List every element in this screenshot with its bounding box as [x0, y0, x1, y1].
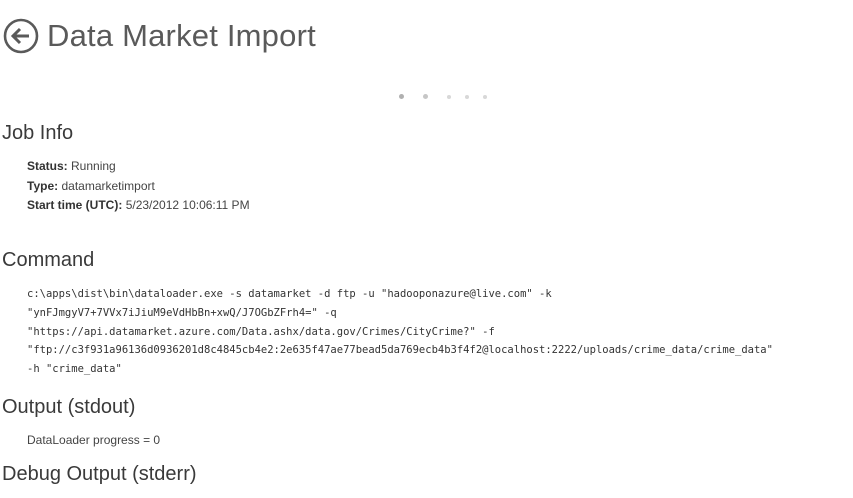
page-dot-2[interactable] [423, 94, 428, 99]
page-dot-5[interactable] [483, 95, 487, 99]
job-info-heading: Job Info [2, 122, 74, 144]
type-label: Type: [27, 178, 59, 193]
back-arrow-circle-icon [3, 18, 39, 54]
page-dot-1[interactable] [399, 94, 404, 99]
start-time-label: Start time (UTC): [27, 198, 123, 212]
page-indicator [399, 94, 501, 99]
type-value: datamarketimport [61, 178, 155, 193]
command-line: c:\apps\dist\bin\dataloader.exe -s datam… [27, 288, 552, 300]
command-line: -h "crime_data" [27, 363, 122, 376]
output-text: DataLoader progress = 0 [27, 433, 161, 447]
page-dot-3[interactable] [447, 95, 451, 99]
command-line: "ftp://c3f931a96136d0936201d8c4845cb4e2:… [27, 344, 773, 357]
command-heading: Command [2, 249, 95, 271]
page-title: Data Market Import [47, 18, 316, 53]
command-text: c:\apps\dist\bin\dataloader.exe -s datam… [27, 285, 773, 379]
command-line: "https://api.datamarket.azure.com/Data.a… [27, 325, 495, 338]
debug-heading: Debug Output (stderr) [2, 463, 197, 485]
start-time-value: 5/23/2012 10:06:11 PM [125, 198, 250, 212]
status-value: Running [71, 159, 116, 173]
back-button[interactable] [3, 18, 39, 54]
job-info-details: Status: Running Type: datamarketimport S… [27, 157, 250, 216]
output-heading: Output (stdout) [2, 396, 136, 418]
page-header: Data Market Import [3, 16, 316, 56]
page-dot-4[interactable] [465, 95, 469, 99]
status-row: Status: Running [27, 157, 250, 177]
type-row: Type: datamarketimport [27, 177, 250, 197]
start-time-row: Start time (UTC): 5/23/2012 10:06:11 PM [27, 196, 250, 216]
status-label: Status: [27, 159, 68, 173]
command-line: "ynFJmgyV7+7VVx7iJiuM9eVdHbBn+xwQ/J7OGbZ… [27, 306, 337, 319]
